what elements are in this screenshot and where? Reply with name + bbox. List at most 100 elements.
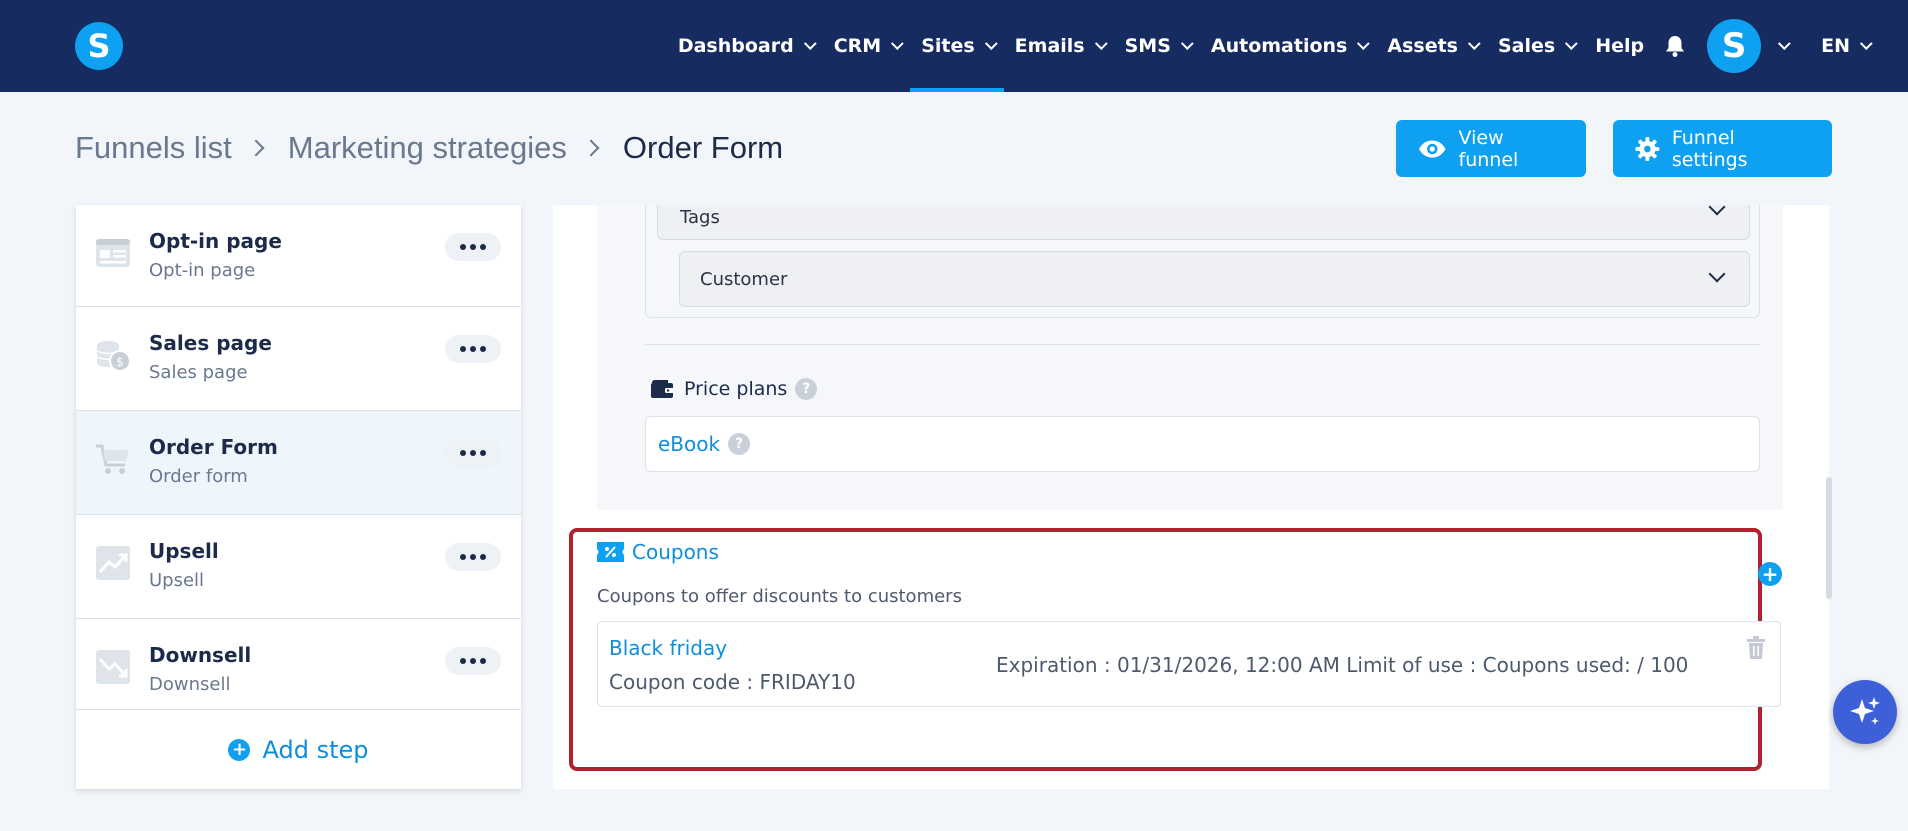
chevron-down-icon xyxy=(1708,205,1726,216)
chevron-down-icon xyxy=(1708,265,1726,283)
more-options-icon[interactable] xyxy=(445,647,501,675)
step-subtitle: Upsell xyxy=(149,570,205,591)
ai-assistant-button[interactable] xyxy=(1833,680,1897,744)
breadcrumb-marketing-strategies[interactable]: Marketing strategies xyxy=(288,130,567,166)
add-step-button[interactable]: + Add step xyxy=(76,709,521,789)
coupons-description: Coupons to offer discounts to customers xyxy=(597,586,962,607)
tags-select-label: Tags xyxy=(680,206,720,228)
nav-label: Dashboard xyxy=(677,35,794,57)
customer-select[interactable]: Customer xyxy=(679,251,1750,307)
nav-automations[interactable]: Automations xyxy=(1200,0,1376,92)
step-subtitle: Downsell xyxy=(149,674,231,695)
nav-label: Help xyxy=(1595,35,1645,57)
eye-icon xyxy=(1418,139,1446,158)
nav-label: Assets xyxy=(1387,35,1458,57)
nav-emails[interactable]: Emails xyxy=(1004,0,1114,92)
step-subtitle: Order form xyxy=(149,466,248,487)
coupon-item: Black friday Coupon code : FRIDAY10 Expi… xyxy=(597,621,1781,707)
trend-down-icon xyxy=(96,650,130,684)
price-plans-heading: Price plans ? xyxy=(650,378,818,400)
more-options-icon[interactable] xyxy=(445,233,501,261)
coupons-heading[interactable]: Coupons xyxy=(597,540,719,564)
step-title: Upsell xyxy=(149,539,219,563)
coupon-code: Coupon code : FRIDAY10 xyxy=(609,670,856,694)
chevron-down-icon[interactable] xyxy=(1778,36,1791,50)
step-title: Order Form xyxy=(149,435,278,459)
help-icon[interactable]: ? xyxy=(728,433,751,455)
cart-icon xyxy=(96,444,129,474)
nav-label: Automations xyxy=(1210,35,1348,57)
coupon-name-link[interactable]: Black friday xyxy=(609,636,727,660)
gear-icon xyxy=(1635,136,1660,161)
wallet-icon xyxy=(651,380,674,398)
plus-circle-icon: + xyxy=(228,738,251,761)
nav-label: SMS xyxy=(1124,35,1171,57)
chevron-down-icon xyxy=(891,36,904,50)
price-plans-box: eBook ? xyxy=(645,416,1760,472)
step-order-form[interactable]: Order Form Order form xyxy=(76,411,521,515)
step-downsell[interactable]: Downsell Downsell xyxy=(76,619,521,723)
language-selector[interactable]: EN xyxy=(1810,0,1908,92)
more-options-icon[interactable] xyxy=(445,335,501,363)
optin-page-icon xyxy=(96,239,130,267)
coupon-ticket-icon xyxy=(597,542,624,562)
view-funnel-label: View funnel xyxy=(1458,126,1519,171)
app-logo[interactable]: S xyxy=(75,22,123,70)
more-options-icon[interactable] xyxy=(445,439,501,467)
step-subtitle: Opt-in page xyxy=(149,260,256,281)
sparkle-icon xyxy=(1850,697,1880,725)
nav-label: Sales xyxy=(1497,35,1556,57)
view-funnel-button[interactable]: View funnel xyxy=(1396,120,1586,177)
step-upsell[interactable]: Upsell Upsell xyxy=(76,515,521,619)
language-label: EN xyxy=(1821,35,1850,57)
funnel-settings-label: Funnel settings xyxy=(1671,126,1748,171)
chevron-right-icon xyxy=(582,139,600,157)
top-navbar: S Dashboard CRM Sites Emails SMS Automat… xyxy=(0,0,1908,92)
divider xyxy=(645,344,1760,345)
chevron-down-icon xyxy=(1357,36,1371,50)
add-step-label: Add step xyxy=(262,735,369,764)
chevron-down-icon xyxy=(1180,36,1194,50)
chevron-down-icon xyxy=(1859,36,1873,50)
more-options-icon[interactable] xyxy=(445,543,501,571)
nav-label: Sites xyxy=(921,35,975,57)
trash-icon[interactable] xyxy=(1746,636,1766,660)
chevron-down-icon xyxy=(984,36,998,50)
avatar[interactable]: S xyxy=(1707,19,1762,73)
nav-sms[interactable]: SMS xyxy=(1114,0,1200,92)
price-plans-label: Price plans xyxy=(684,378,788,400)
chevron-down-icon xyxy=(803,36,817,50)
main-nav: Dashboard CRM Sites Emails SMS Automatio… xyxy=(667,0,1908,92)
step-sales-page[interactable]: $ Sales page Sales page xyxy=(76,307,521,411)
nav-dashboard[interactable]: Dashboard xyxy=(667,0,823,92)
step-subtitle: Sales page xyxy=(149,362,248,383)
chevron-down-icon xyxy=(1565,36,1578,50)
trend-up-icon xyxy=(96,546,130,580)
bell-icon[interactable] xyxy=(1655,0,1695,92)
page-title: Order Form xyxy=(622,130,784,165)
nav-sales[interactable]: Sales xyxy=(1487,0,1584,92)
customer-select-value: Customer xyxy=(700,268,788,290)
scrollbar[interactable] xyxy=(1826,477,1832,599)
funnel-steps-list: Opt-in page Opt-in page $ Sales page Sal… xyxy=(76,205,521,789)
nav-label: CRM xyxy=(833,35,882,57)
step-title: Sales page xyxy=(149,331,272,355)
coupon-details: Expiration : 01/31/2026, 12:00 AM Limit … xyxy=(996,653,1689,677)
nav-help[interactable]: Help xyxy=(1584,0,1655,92)
funnel-settings-button[interactable]: Funnel settings xyxy=(1613,120,1832,177)
coins-icon: $ xyxy=(96,341,131,372)
breadcrumb: Funnels list Marketing strategies Order … xyxy=(75,130,783,166)
add-coupon-button[interactable]: + xyxy=(1758,562,1782,586)
price-plan-link[interactable]: eBook xyxy=(658,432,720,456)
step-title: Downsell xyxy=(149,643,252,667)
coupons-title: Coupons xyxy=(632,540,719,564)
tags-select[interactable]: Tags xyxy=(657,205,1750,240)
nav-crm[interactable]: CRM xyxy=(823,0,910,92)
chevron-down-icon xyxy=(1094,36,1108,50)
step-optin-page[interactable]: Opt-in page Opt-in page xyxy=(76,205,521,307)
nav-assets[interactable]: Assets xyxy=(1376,0,1487,92)
nav-sites[interactable]: Sites xyxy=(910,0,1005,92)
breadcrumb-funnels-list[interactable]: Funnels list xyxy=(75,130,232,166)
help-icon[interactable]: ? xyxy=(795,378,818,400)
svg-text:$: $ xyxy=(116,355,124,369)
